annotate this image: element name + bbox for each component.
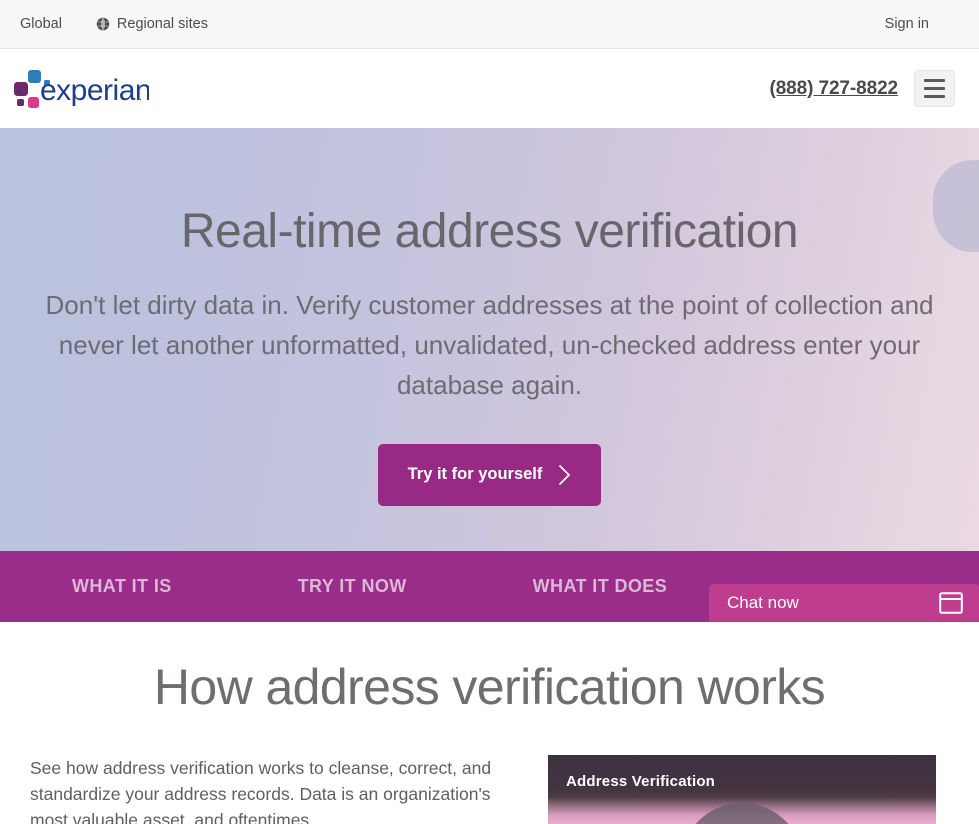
- hero-content: Real-time address verification Don't let…: [0, 128, 979, 506]
- sign-in-label: Sign in: [884, 15, 929, 32]
- svg-text:.: .: [139, 92, 142, 103]
- chat-window-icon[interactable]: [939, 592, 963, 614]
- chat-now-label: Chat now: [727, 593, 799, 612]
- hamburger-bar: [924, 87, 945, 90]
- hero-title: Real-time address verification: [180, 205, 799, 258]
- phone-number[interactable]: (888) 727-8822: [769, 78, 898, 100]
- section-title: How address verification works: [153, 659, 826, 715]
- video-title: Address Verification: [566, 773, 716, 790]
- section-subnav: WHAT IT IS TRY IT NOW WHAT IT DOES Chat …: [0, 551, 979, 622]
- address-verification-video-card[interactable]: Address Verification: [548, 755, 936, 824]
- try-it-for-yourself-button[interactable]: Try it for yourself: [377, 443, 602, 506]
- section-paragraph: See how address verification works to cl…: [30, 758, 492, 824]
- hero-subtitle: Don't let dirty data in. Verify customer…: [45, 289, 934, 400]
- hero-cta-label: Try it for yourself: [407, 465, 543, 484]
- experian-logo[interactable]: experian .: [14, 65, 149, 113]
- hamburger-menu-button[interactable]: [914, 70, 955, 107]
- header-right: (888) 727-8822: [769, 70, 961, 107]
- how-it-works-section: How address verification works See how a…: [0, 622, 979, 824]
- regional-sites-link[interactable]: Regional sites: [96, 17, 208, 32]
- utility-bar-left: Global Regional sites: [20, 17, 208, 32]
- subnav-item-what-it-does[interactable]: WHAT IT DOES: [533, 576, 667, 597]
- global-link[interactable]: Global: [20, 17, 62, 32]
- regional-sites-label: Regional sites: [116, 15, 208, 32]
- content-columns: See how address verification works to cl…: [0, 755, 979, 824]
- global-link-label: Global: [20, 15, 62, 32]
- utility-bar: Global Regional sites Sign in: [0, 0, 979, 49]
- subnav-item-try-it-now[interactable]: TRY IT NOW: [298, 576, 407, 597]
- subnav-items: WHAT IT IS TRY IT NOW WHAT IT DOES: [0, 576, 667, 597]
- hero-banner: Real-time address verification Don't let…: [0, 128, 979, 551]
- chat-now-widget[interactable]: Chat now: [709, 584, 979, 622]
- svg-text:experian: experian: [40, 74, 149, 107]
- chevron-right-icon: [558, 464, 571, 486]
- utility-bar-right: Sign in: [885, 17, 959, 32]
- globe-icon: [96, 17, 110, 31]
- hamburger-bar: [924, 95, 945, 98]
- hamburger-bar: [924, 79, 945, 82]
- main-header: experian . (888) 727-8822: [0, 49, 979, 128]
- sign-in-link[interactable]: Sign in: [885, 17, 929, 32]
- subnav-item-what-it-is[interactable]: WHAT IT IS: [72, 576, 172, 597]
